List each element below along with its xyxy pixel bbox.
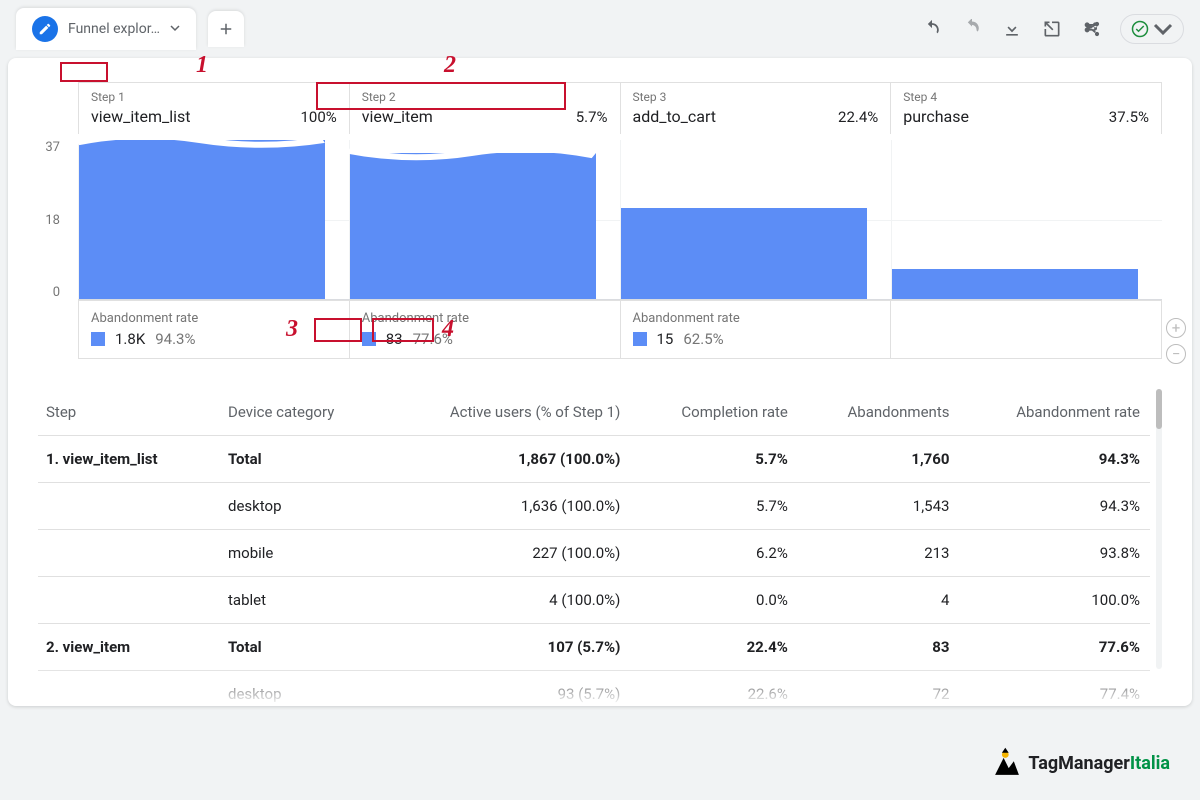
col-device[interactable]: Device category	[218, 389, 378, 436]
bar-step-4	[892, 269, 1138, 299]
abandon-label: Abandonment rate	[633, 311, 879, 326]
zoom-in-button[interactable]: +	[1166, 318, 1186, 338]
step-1-header[interactable]: Step 1 view_item_list 100%	[78, 82, 349, 134]
abandon-pct: 94.3%	[155, 330, 195, 348]
step-name: view_item_list	[91, 107, 191, 126]
series-swatch	[362, 332, 376, 346]
table-row[interactable]: 2. view_itemTotal107 (5.7%)22.4%8377.6%	[38, 624, 1150, 671]
step-name: purchase	[903, 107, 969, 126]
col-completion[interactable]: Completion rate	[630, 389, 798, 436]
abandon-step-2: Abandonment rate 83 77.6%	[349, 300, 620, 359]
series-swatch	[633, 332, 647, 346]
step-label: Step 2	[362, 90, 396, 104]
col-step[interactable]: Step	[38, 389, 218, 436]
abandon-pct: 62.5%	[683, 330, 723, 348]
col-active[interactable]: Active users (% of Step 1)	[378, 389, 630, 436]
abandon-step-4	[890, 300, 1162, 359]
share-icon[interactable]	[1080, 17, 1104, 41]
step-4-header[interactable]: Step 4 purchase 37.5%	[890, 82, 1162, 134]
zoom-out-button[interactable]: −	[1166, 344, 1186, 364]
step-label: Step 3	[633, 90, 667, 104]
y-axis: 37 18 0	[38, 140, 78, 300]
logo-text-b: Italia	[1130, 753, 1170, 774]
col-abandrate[interactable]: Abandonment rate	[959, 389, 1150, 436]
abandon-count: 1.8K	[115, 330, 145, 348]
table-row[interactable]: mobile227 (100.0%)6.2%21393.8%	[38, 530, 1150, 577]
tab-label: Funnel explor…	[68, 21, 160, 37]
bar-step-2	[350, 153, 596, 299]
step-name: add_to_cart	[633, 107, 717, 126]
step-3-header[interactable]: Step 3 add_to_cart 22.4%	[620, 82, 891, 134]
step-label: Step 4	[903, 90, 937, 104]
step-pct: 37.5%	[1109, 108, 1149, 126]
ytick: 18	[45, 213, 70, 228]
step-label: Step 1	[91, 90, 125, 104]
abandon-pct: 77.6%	[413, 330, 453, 348]
abandon-label: Abandonment rate	[91, 311, 337, 326]
export-icon[interactable]	[1040, 17, 1064, 41]
step-pct: 5.7%	[576, 108, 608, 126]
undo-icon[interactable]	[920, 17, 944, 41]
abandon-step-3: Abandonment rate 15 62.5%	[620, 300, 891, 359]
table-row[interactable]: tablet4 (100.0%)0.0%4100.0%	[38, 577, 1150, 624]
tab-funnel-exploration[interactable]: Funnel explor…	[16, 8, 196, 50]
add-tab-button[interactable]	[208, 11, 244, 47]
series-swatch	[91, 332, 105, 346]
step-2-header[interactable]: Step 2 view_item 5.7%	[349, 82, 620, 134]
table-row[interactable]: desktop1,636 (100.0%)5.7%1,54394.3%	[38, 483, 1150, 530]
caret-down-icon[interactable]	[170, 21, 180, 37]
check-icon	[1131, 20, 1149, 38]
bar-step-1	[79, 140, 325, 299]
logo-text-a: TagManager	[1028, 753, 1129, 774]
ytick: 37	[45, 140, 70, 155]
table-scrollbar[interactable]	[1156, 389, 1162, 669]
abandon-step-1: Abandonment rate 1.8K 94.3%	[78, 300, 349, 359]
watermark-logo: TagManagerItalia	[990, 746, 1170, 780]
pencil-icon	[32, 16, 58, 42]
abandon-count: 83	[386, 330, 403, 348]
abandon-label: Abandonment rate	[362, 311, 608, 326]
step-name: view_item	[362, 107, 433, 126]
col-aband[interactable]: Abandonments	[798, 389, 960, 436]
ytick: 0	[53, 285, 70, 300]
download-icon[interactable]	[1000, 17, 1024, 41]
step-pct: 100%	[300, 108, 336, 126]
bar-step-3	[621, 208, 867, 299]
step-pct: 22.4%	[838, 108, 878, 126]
funnel-chart	[78, 140, 1162, 300]
table-row[interactable]: 1. view_item_listTotal1,867 (100.0%)5.7%…	[38, 436, 1150, 483]
caret-down-icon	[1153, 19, 1173, 39]
report-panel: Step 1 view_item_list 100% Step 2 view_it…	[8, 58, 1192, 706]
redo-icon[interactable]	[960, 17, 984, 41]
abandon-count: 15	[657, 330, 674, 348]
insights-status[interactable]	[1120, 14, 1184, 44]
